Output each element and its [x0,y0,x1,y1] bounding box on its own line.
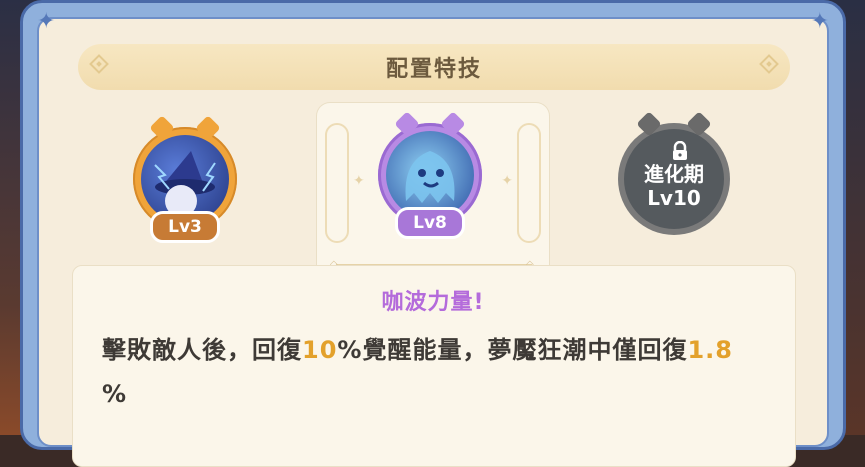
wizard-skill-icon [141,135,229,223]
lock-icon [673,141,687,160]
level-badge: Lv8 [395,207,465,239]
sparkle-icon: ✦ [501,173,513,189]
swirl-ornament-icon [325,123,349,243]
skill-slot-lv3[interactable]: Lv3 [133,115,237,243]
title-bar: 配置特技 [78,44,790,90]
corner-star-icon: ✦ [810,9,829,34]
evolution-stage-label: 進化期 [644,162,704,186]
ghost-cat-skill-icon [386,131,474,219]
description-text: %覺醒能量，夢魘狂潮中僅回復 [337,336,688,364]
description-highlight-value: 10 [302,336,338,364]
skill-name: 咖波力量! [381,290,485,315]
skill-description: 擊敗敵人後，回復10%覺醒能量，夢魘狂潮中僅回復1.8% [102,328,766,416]
description-text: % [102,380,128,408]
diamond-ornament-icon [89,54,109,74]
lock-requirement-label: 進化期 Lv10 [644,162,704,210]
corner-star-icon: ✦ [37,9,56,34]
skill-slot-lv8[interactable]: Lv8 [378,111,482,239]
locked-slot-face: 進化期 Lv10 [624,129,724,229]
description-text: 擊敗敵人後，回復 [102,336,302,364]
required-level-label: Lv10 [647,186,701,210]
diamond-ornament-icon [759,54,779,74]
swirl-ornament-icon [517,123,541,243]
sparkle-icon: ✦ [353,173,365,189]
page-title: 配置特技 [385,57,482,82]
skill-slot-locked[interactable]: 進化期 Lv10 [618,111,730,235]
level-badge: Lv3 [150,211,220,243]
description-highlight-value: 1.8 [687,336,733,364]
